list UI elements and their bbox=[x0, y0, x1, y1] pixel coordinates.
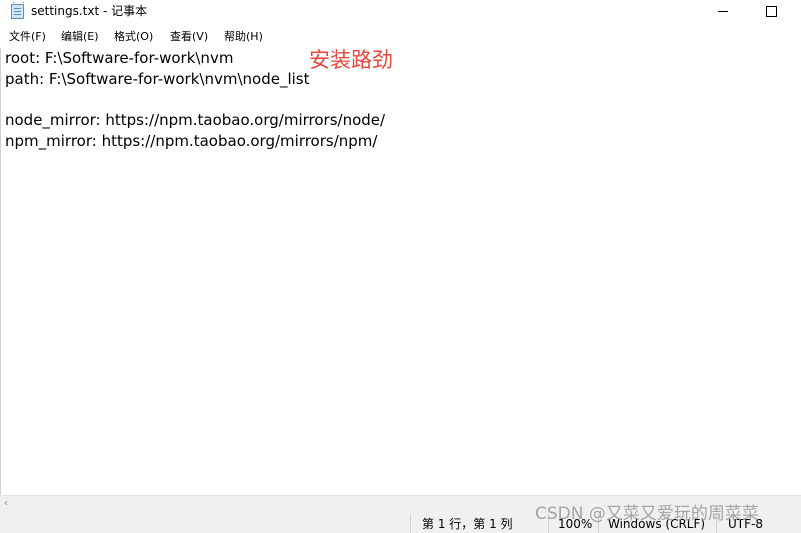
maximize-button[interactable] bbox=[748, 0, 794, 24]
status-divider bbox=[410, 514, 411, 533]
notepad-icon bbox=[11, 2, 24, 19]
text-line: path: F:\Software-for-work\nvm\node_list bbox=[5, 70, 310, 88]
editor-left-border bbox=[0, 48, 1, 513]
cursor-position: 第 1 行，第 1 列 bbox=[422, 517, 513, 531]
menu-bar: 文件(F) 编辑(E) 格式(O) 查看(V) 帮助(H) bbox=[0, 28, 801, 46]
menu-view[interactable]: 查看(V) bbox=[170, 28, 208, 46]
annotation-label: 安装路劲 bbox=[309, 48, 393, 72]
window-title: settings.txt - 记事本 bbox=[31, 4, 148, 18]
text-line: npm_mirror: https://npm.taobao.org/mirro… bbox=[5, 132, 378, 150]
menu-edit[interactable]: 编辑(E) bbox=[61, 28, 99, 46]
watermark: CSDN @又菜又爱玩的周菜菜 bbox=[535, 504, 759, 524]
text-editor[interactable]: root: F:\Software-for-work\nvm path: F:\… bbox=[0, 48, 801, 495]
menu-help[interactable]: 帮助(H) bbox=[224, 28, 263, 46]
title-bar: settings.txt - 记事本 bbox=[0, 0, 801, 24]
maximize-icon bbox=[766, 6, 777, 17]
menu-file[interactable]: 文件(F) bbox=[9, 28, 46, 46]
text-line: root: F:\Software-for-work\nvm bbox=[5, 49, 234, 67]
chevron-left-icon[interactable]: ‹ bbox=[4, 498, 8, 510]
menu-format[interactable]: 格式(O) bbox=[114, 28, 153, 46]
text-line: node_mirror: https://npm.taobao.org/mirr… bbox=[5, 111, 386, 129]
minimize-button[interactable] bbox=[700, 0, 746, 24]
minimize-icon bbox=[718, 11, 728, 12]
